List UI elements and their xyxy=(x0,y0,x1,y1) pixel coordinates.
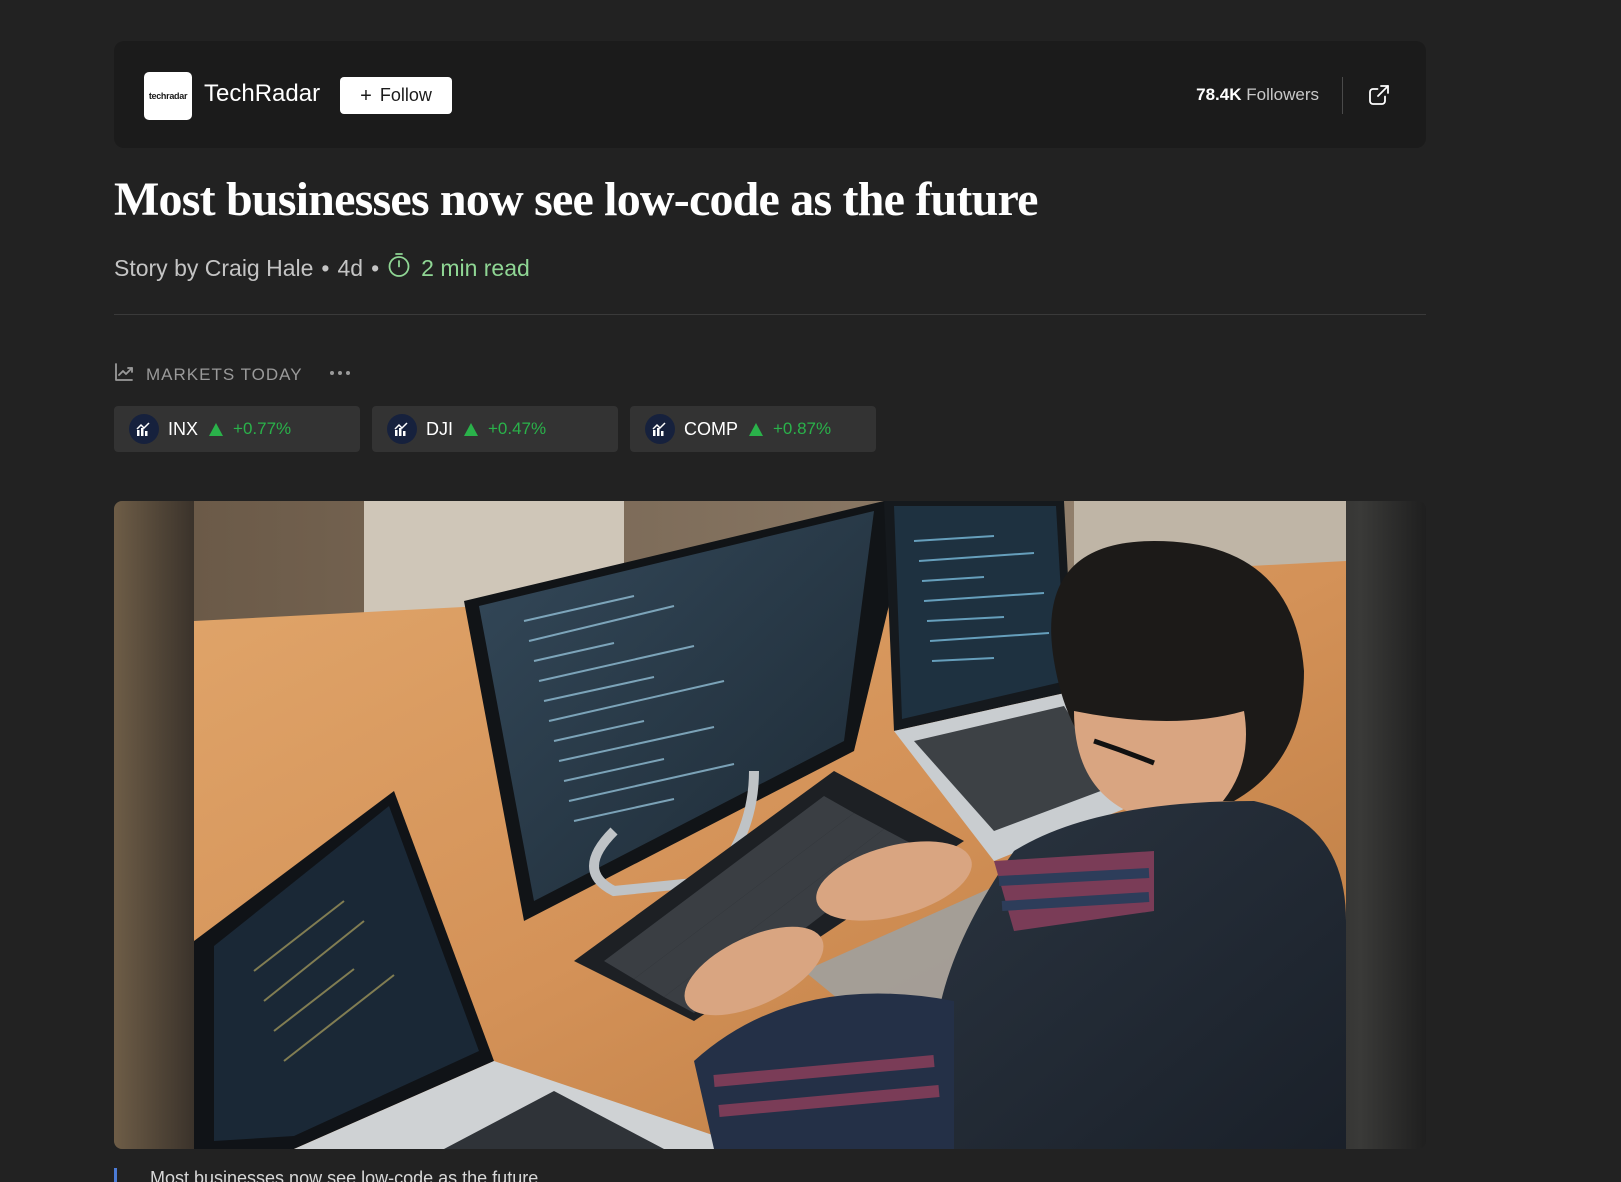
plus-icon: + xyxy=(360,84,372,107)
follow-button[interactable]: + Follow xyxy=(340,77,452,114)
publisher-logo[interactable]: techradar xyxy=(144,72,192,120)
market-chart-icon xyxy=(645,414,675,444)
publisher-header: techradar TechRadar + Follow 78.4K Follo… xyxy=(114,41,1426,148)
more-horizontal-icon[interactable] xyxy=(326,364,354,382)
ticker-symbol: DJI xyxy=(426,418,453,439)
ticker-change: +0.77% xyxy=(233,419,292,438)
read-time: 2 min read xyxy=(387,252,530,284)
ticker-symbol: COMP xyxy=(684,418,738,439)
read-time-label: 2 min read xyxy=(421,254,530,281)
article-headline: Most businesses now see low-code as the … xyxy=(114,173,1038,226)
ticker-symbol: INX xyxy=(168,418,199,439)
market-chart-icon xyxy=(387,414,417,444)
hero-image xyxy=(194,501,1346,1149)
timer-icon xyxy=(387,252,411,284)
header-divider xyxy=(1342,77,1343,114)
followers-count: 78.4K Followers xyxy=(1196,85,1319,105)
caption-accent-bar xyxy=(114,1168,117,1182)
image-caption: Most businesses now see low-code as the … xyxy=(150,1168,539,1182)
up-arrow-icon xyxy=(464,422,478,436)
followers-number: 78.4K xyxy=(1196,85,1242,104)
open-external-icon[interactable] xyxy=(1367,83,1391,107)
up-arrow-icon xyxy=(209,422,224,436)
byline-separator: • xyxy=(371,254,380,281)
publisher-logo-text: techradar xyxy=(148,91,188,101)
followers-label: Followers xyxy=(1246,85,1319,104)
markets-title: MARKETS TODAY xyxy=(146,364,303,384)
byline-separator: • xyxy=(321,254,330,281)
header-separator-line xyxy=(114,314,1426,315)
article-age: 4d xyxy=(337,254,364,281)
article-page: techradar TechRadar + Follow 78.4K Follo… xyxy=(0,0,1621,1182)
market-chart-icon xyxy=(129,414,159,444)
follow-label: Follow xyxy=(379,85,432,105)
ticker-card-comp[interactable]: COMP +0.87% xyxy=(630,406,876,452)
chart-line-icon xyxy=(114,362,134,387)
ticker-card-inx[interactable]: INX +0.77% xyxy=(114,406,360,452)
ticker-change: +0.87% xyxy=(773,419,832,438)
article-byline: Story by Craig Hale • 4d • 2 min read xyxy=(114,252,530,284)
ticker-card-dji[interactable]: DJI +0.47% xyxy=(372,406,618,452)
ticker-change: +0.47% xyxy=(488,419,547,438)
up-arrow-icon xyxy=(749,422,763,436)
hero-image-frame[interactable] xyxy=(114,501,1426,1149)
publisher-name[interactable]: TechRadar xyxy=(204,80,320,108)
author: Story by Craig Hale xyxy=(114,254,314,281)
markets-header: MARKETS TODAY xyxy=(114,362,303,387)
